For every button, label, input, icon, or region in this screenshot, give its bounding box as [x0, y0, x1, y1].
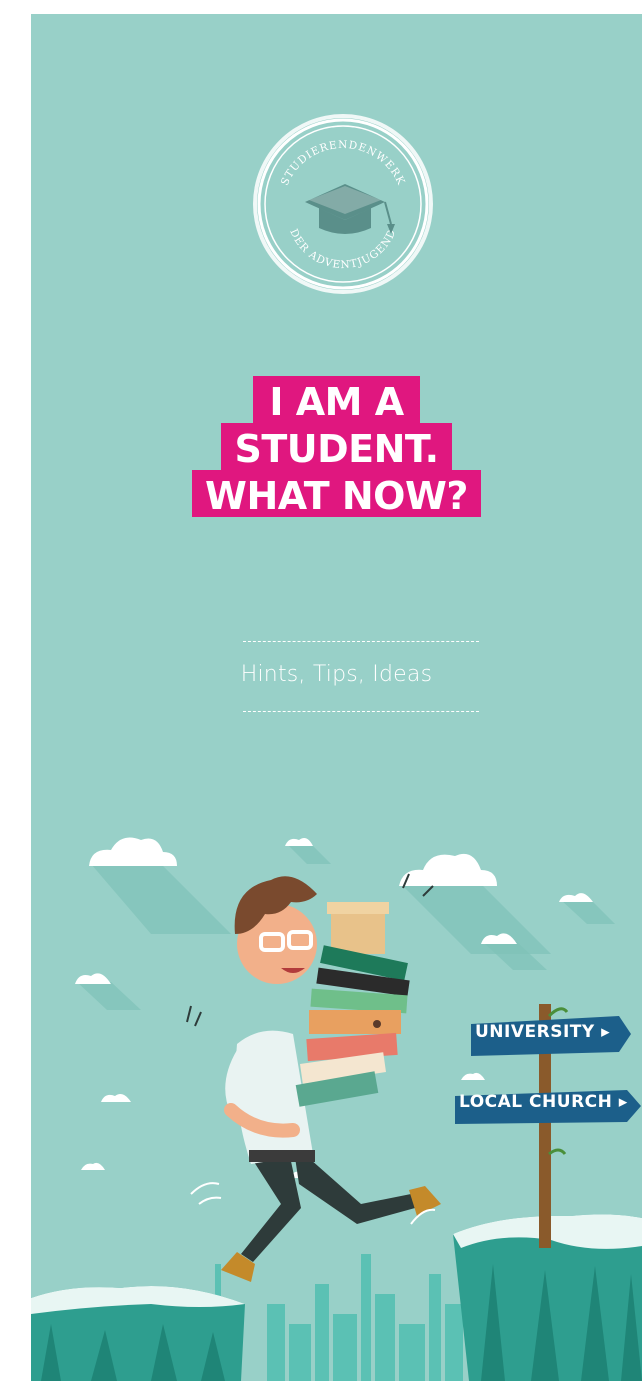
- sign-university: UNIVERSITY ▸: [475, 1022, 610, 1042]
- student-illustration: [31, 784, 642, 1381]
- headline-line-3: WHAT NOW?: [192, 470, 481, 517]
- dashed-divider-top: [243, 641, 479, 642]
- headline: I AM A STUDENT. WHAT NOW?: [31, 376, 642, 517]
- cloud-icon: [89, 837, 231, 934]
- illustration-graphic: [31, 837, 642, 1381]
- sign-university-label: UNIVERSITY: [475, 1022, 595, 1042]
- brochure-cover: STUDIERENDENWERK DER ADVENTJUGEND I AM A…: [31, 14, 642, 1381]
- cloud-icon: [559, 893, 615, 924]
- headline-line-1: I AM A: [253, 376, 420, 423]
- left-cliff: [31, 1286, 245, 1381]
- cloud-icon: [285, 838, 331, 864]
- arrow-right-icon: ▸: [618, 1092, 628, 1112]
- studierendenwerk-seal-logo: STUDIERENDENWERK DER ADVENTJUGEND: [251, 112, 435, 296]
- headline-line-2: STUDENT.: [221, 423, 452, 470]
- subtitle: Hints, Tips, Ideas: [240, 662, 433, 687]
- sign-local-church-label: LOCAL CHURCH: [459, 1092, 613, 1112]
- sign-local-church: LOCAL CHURCH ▸: [459, 1092, 628, 1112]
- cloud-icon: [399, 853, 551, 954]
- dashed-divider-bottom: [243, 711, 479, 712]
- student-figure: [186, 873, 441, 1282]
- cloud-icon: [75, 973, 141, 1010]
- arrow-right-icon: ▸: [601, 1022, 611, 1042]
- seal-graphic: STUDIERENDENWERK DER ADVENTJUGEND: [253, 114, 433, 294]
